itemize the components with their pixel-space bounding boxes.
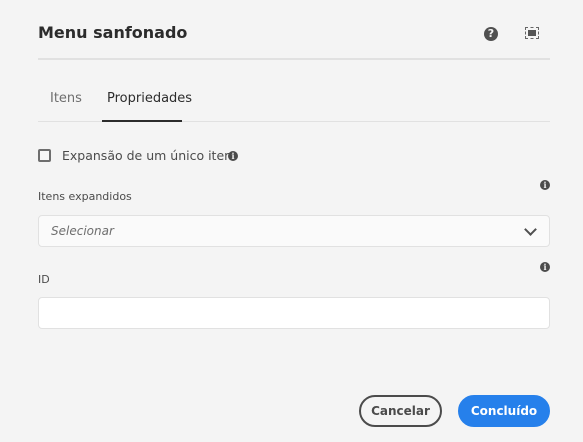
id-input[interactable] [38,297,550,329]
active-tab-indicator [102,120,182,122]
single-expansion-checkbox[interactable] [38,149,51,162]
done-button[interactable]: Concluído [458,395,550,427]
cancel-button[interactable]: Cancelar [359,395,442,427]
info-icon[interactable]: i [228,151,238,161]
fullscreen-icon[interactable] [525,27,539,39]
tab-propriedades[interactable]: Propriedades [107,91,192,106]
expanded-items-label: Itens expandidos [38,190,132,203]
dialog-title: Menu sanfonado [38,23,188,42]
help-icon[interactable]: ? [484,27,498,41]
id-label: ID [38,273,50,286]
info-icon[interactable]: i [540,262,550,272]
single-expansion-label: Expansão de um único item [62,148,237,163]
info-icon[interactable]: i [540,180,550,190]
chevron-down-icon [524,223,537,236]
tab-itens[interactable]: Itens [50,91,82,106]
select-placeholder: Selecionar [51,224,114,238]
expanded-items-select[interactable]: Selecionar [38,215,550,247]
header-divider [38,58,550,60]
